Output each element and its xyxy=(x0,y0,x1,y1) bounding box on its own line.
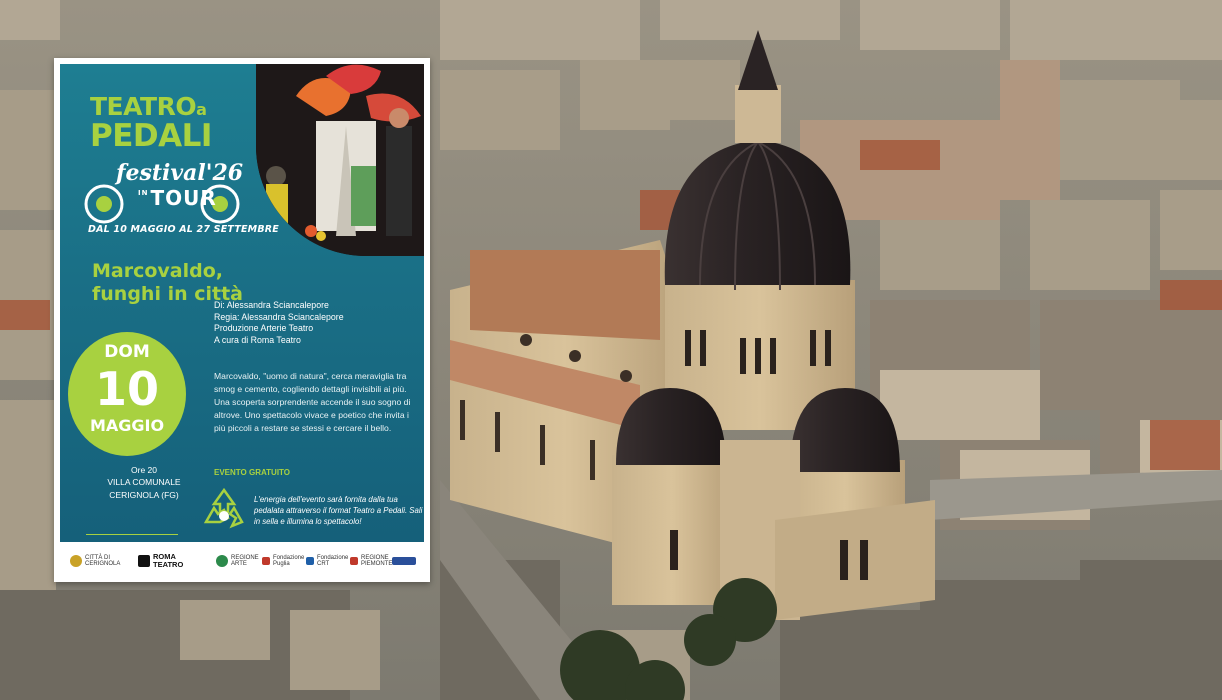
event-poster: TEATROa PEDALI festival'26 IN TOUR DAL 10… xyxy=(54,58,430,582)
logo-roma-teatro: ROMA TEATRO xyxy=(138,552,183,570)
credit-author: Di: Alessandra Sciancalepore xyxy=(214,300,329,310)
logo-fondazione-puglia: Fondazione Puglia xyxy=(262,552,304,570)
logo-cerignola-name: CITTÀ DI xyxy=(85,554,110,561)
stage-photo xyxy=(256,64,424,256)
logo-roma-sub: TEATRO xyxy=(153,560,184,569)
synopsis: Marcovaldo, "uomo di natura", cerca mera… xyxy=(214,371,411,434)
poster-body: TEATROa PEDALI festival'26 IN TOUR DAL 10… xyxy=(60,64,424,542)
date-badge: DOM 10 MAGGIO xyxy=(68,332,186,456)
recycle-energy-icon xyxy=(203,487,244,529)
show-title-line1: Marcovaldo, xyxy=(92,260,224,282)
logo-piemonte-sub: PIEMONTE xyxy=(361,561,393,567)
info-divider xyxy=(86,534,178,535)
logo-fond-puglia-sub: Puglia xyxy=(273,561,290,567)
badge-month: MAGGIO xyxy=(89,416,165,435)
energy-note: L'energia dell'evento sarà fornita dalla… xyxy=(254,495,423,527)
photo-scene: TEATROa PEDALI festival'26 IN TOUR DAL 10… xyxy=(0,0,1222,700)
stage-photo-illustration xyxy=(256,64,424,256)
festival-dates: DAL 10 MAGGIO AL 27 SETTEMBRE xyxy=(88,224,279,235)
tour-label: TOUR xyxy=(150,186,217,210)
logo-regione-piemonte: REGIONE PIEMONTE xyxy=(350,552,392,570)
credit-production: Produzione Arterie Teatro xyxy=(214,323,314,334)
festival-title: TEATROa PEDALI xyxy=(90,94,212,152)
event-venue: VILLA COMUNALE xyxy=(107,477,181,488)
logo-piemonte-name: REGIONE xyxy=(361,554,389,561)
logo-partner xyxy=(392,552,416,570)
title-teatro: TEATRO xyxy=(90,92,197,121)
title-pedali: PEDALI xyxy=(90,118,212,154)
event-info: Ore 20 VILLA COMUNALE CERIGNOLA (FG) xyxy=(94,464,194,501)
logo-cerignola-sub: CERIGNOLA xyxy=(85,561,121,567)
logo-regione-arte-sub: ARTE xyxy=(231,561,247,567)
credit-curator: A cura di Roma Teatro xyxy=(214,334,301,345)
event-city: CERIGNOLA (FG) xyxy=(109,489,179,500)
badge-weekday: DOM xyxy=(104,342,150,362)
logo-crt-name: Fondazione xyxy=(317,554,349,561)
logo-fond-puglia-name: Fondazione xyxy=(273,554,305,561)
title-a: a xyxy=(196,100,207,119)
logo-cerignola: CITTÀ DI CERIGNOLA xyxy=(70,552,120,570)
in-tour-label: IN TOUR xyxy=(138,186,217,210)
logo-fondazione-crt: Fondazione CRT xyxy=(306,552,348,570)
logo-regione-arte: REGIONE ARTE xyxy=(216,552,259,570)
logo-crt-sub: CRT xyxy=(317,561,330,567)
in-label: IN xyxy=(138,189,149,197)
logo-regione-arte-name: REGIONE xyxy=(231,554,259,561)
credit-director: Regia: Alessandra Sciancalepore xyxy=(214,311,344,322)
credits: Di: Alessandra Sciancalepore Regia: Ales… xyxy=(214,300,419,346)
free-event-label: EVENTO GRATUITO xyxy=(214,468,291,477)
sponsor-footer: CITTÀ DI CERIGNOLA ROMA TEATRO REGIONE ARTE… xyxy=(60,544,424,576)
event-time: Ore 20 xyxy=(131,465,157,475)
badge-day: 10 xyxy=(94,362,159,416)
